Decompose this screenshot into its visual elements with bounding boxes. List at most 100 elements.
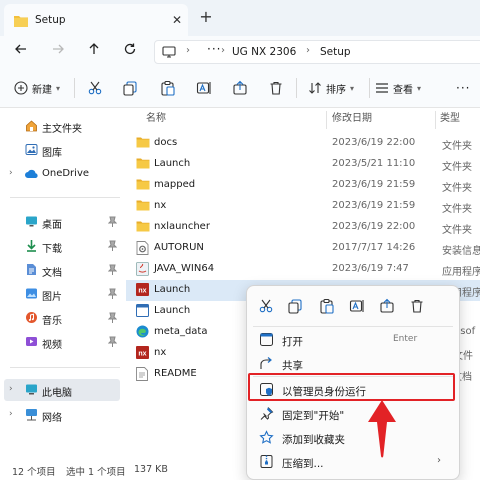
pin-icon[interactable] xyxy=(107,312,118,326)
rename-icon[interactable] xyxy=(196,80,212,96)
file-type: 文件夹 xyxy=(442,141,472,152)
edge-icon xyxy=(136,325,149,341)
pin-icon[interactable] xyxy=(107,216,118,230)
gallery-icon xyxy=(25,143,38,159)
menu-item-add-to-favorites[interactable]: 添加到收藏夹 xyxy=(251,426,455,450)
sidebar-item-home[interactable]: 主文件夹 xyxy=(0,115,122,137)
file-row[interactable]: Launch 2023/5/21 11:10 文件夹 xyxy=(126,154,480,175)
sidebar-item-music[interactable]: 音乐 xyxy=(0,307,122,329)
column-header-type[interactable]: 类型 xyxy=(440,109,460,129)
file-row[interactable]: AUTORUN 2017/7/17 14:26 安装信息 xyxy=(126,238,480,259)
file-type: 文件夹 xyxy=(442,183,472,194)
breadcrumb-overflow[interactable]: ··· xyxy=(207,42,221,56)
sidebar-item-documents[interactable]: 文档 xyxy=(0,259,122,281)
file-name: JAVA_WIN64 xyxy=(154,263,215,274)
file-name: nxlauncher xyxy=(154,221,210,232)
menu-item-label: 共享 xyxy=(282,360,303,372)
sidebar-item-desktop[interactable]: 桌面 xyxy=(0,211,122,233)
file-name: Launch xyxy=(154,158,191,169)
file-name: docs xyxy=(154,137,178,148)
file-date: 2023/6/19 22:00 xyxy=(332,137,416,148)
copy-icon[interactable] xyxy=(287,298,303,314)
divider xyxy=(74,78,75,98)
sidebar-item-gallery[interactable]: 图库 xyxy=(0,139,122,161)
sidebar-divider xyxy=(10,197,120,198)
sidebar-item-pictures[interactable]: 图片 xyxy=(0,283,122,305)
view-button[interactable]: 查看 ▾ xyxy=(375,80,421,96)
menu-item-label: 添加到收藏夹 xyxy=(282,434,345,446)
file-row[interactable]: nx 2023/6/19 21:59 文件夹 xyxy=(126,196,480,217)
menu-item-compress[interactable]: 压缩到... › xyxy=(251,450,455,474)
annotation-arrow-icon xyxy=(368,400,396,458)
chevron-right-icon[interactable]: › xyxy=(9,409,13,419)
column-separator[interactable] xyxy=(435,111,436,129)
tab-setup[interactable]: Setup ✕ xyxy=(4,4,188,36)
new-button[interactable]: 新建 ▾ xyxy=(14,80,60,96)
folder-icon xyxy=(136,178,150,193)
share-icon[interactable] xyxy=(379,298,395,314)
video-icon xyxy=(25,335,38,351)
navigation-bar: › ··· › UG NX 2306 › Setup xyxy=(0,36,480,68)
pin-icon[interactable] xyxy=(107,264,118,278)
pin-icon[interactable] xyxy=(107,336,118,350)
forward-button[interactable] xyxy=(48,42,68,62)
chevron-right-icon[interactable]: › xyxy=(9,168,13,178)
refresh-button[interactable] xyxy=(120,42,140,62)
sidebar-item-network[interactable]: › 网络 xyxy=(0,404,122,426)
more-options-button[interactable]: ··· xyxy=(456,80,470,96)
nx-app-icon: nx xyxy=(136,283,149,299)
paste-icon[interactable] xyxy=(319,298,335,314)
back-button[interactable] xyxy=(11,42,31,62)
sort-button[interactable]: 排序 ▾ xyxy=(308,80,354,96)
pin-icon[interactable] xyxy=(107,240,118,254)
pictures-icon xyxy=(25,287,38,303)
delete-icon[interactable] xyxy=(268,80,284,96)
file-type: 文件夹 xyxy=(442,162,472,173)
sidebar-item-label: 桌面 xyxy=(42,220,62,231)
breadcrumb-separator: › xyxy=(221,45,225,56)
context-quick-actions xyxy=(247,286,459,326)
desktop-icon xyxy=(25,215,38,231)
title-bar: Setup ✕ + xyxy=(0,0,480,36)
annotation-highlight-box xyxy=(248,373,455,401)
file-date: 2023/6/19 21:59 xyxy=(332,200,416,211)
view-icon xyxy=(376,83,388,93)
breadcrumb-ugnx2306[interactable]: UG NX 2306 xyxy=(232,46,296,58)
sort-icon xyxy=(309,82,321,94)
menu-item-pin-to-start[interactable]: 固定到"开始" xyxy=(251,402,455,426)
delete-icon[interactable] xyxy=(409,298,425,314)
copy-icon[interactable] xyxy=(122,80,138,96)
menu-item-open[interactable]: 打开 Enter xyxy=(251,328,455,352)
chevron-right-icon[interactable]: › xyxy=(9,384,13,394)
column-header-date[interactable]: 修改日期 xyxy=(332,109,372,129)
sidebar-item-this-pc[interactable]: › 此电脑 xyxy=(4,379,120,401)
address-bar[interactable]: › ··· › UG NX 2306 › Setup xyxy=(154,40,480,64)
sidebar-item-onedrive[interactable]: › OneDrive xyxy=(0,163,122,185)
sidebar-item-downloads[interactable]: 下载 xyxy=(0,235,122,257)
pin-icon[interactable] xyxy=(107,288,118,302)
column-separator[interactable] xyxy=(326,111,327,129)
arrow-right-icon xyxy=(53,44,64,54)
file-name: Launch xyxy=(154,305,191,316)
star-icon xyxy=(259,430,274,448)
column-header-name[interactable]: 名称 xyxy=(146,109,166,129)
divider xyxy=(369,78,370,98)
pin-icon xyxy=(259,406,274,424)
close-icon[interactable]: ✕ xyxy=(169,12,185,28)
chevron-right-icon: › xyxy=(437,455,441,466)
cut-icon[interactable] xyxy=(258,298,274,314)
up-button[interactable] xyxy=(84,42,104,62)
new-tab-button[interactable]: + xyxy=(197,9,215,27)
arrow-up-icon xyxy=(89,43,99,54)
sidebar-item-videos[interactable]: 视频 xyxy=(0,331,122,353)
share-icon[interactable] xyxy=(232,80,248,96)
breadcrumb-setup[interactable]: Setup xyxy=(320,46,351,58)
file-row[interactable]: JAVA_WIN64 2023/6/19 7:47 应用程序 xyxy=(126,259,480,280)
file-row[interactable]: nxlauncher 2023/6/19 22:00 文件夹 xyxy=(126,217,480,238)
rename-icon[interactable] xyxy=(349,298,365,314)
file-row[interactable]: docs 2023/6/19 22:00 文件夹 xyxy=(126,133,480,154)
sidebar-item-label: 主文件夹 xyxy=(42,124,82,135)
cut-icon[interactable] xyxy=(87,80,103,96)
file-row[interactable]: mapped 2023/6/19 21:59 文件夹 xyxy=(126,175,480,196)
paste-icon[interactable] xyxy=(160,80,176,96)
